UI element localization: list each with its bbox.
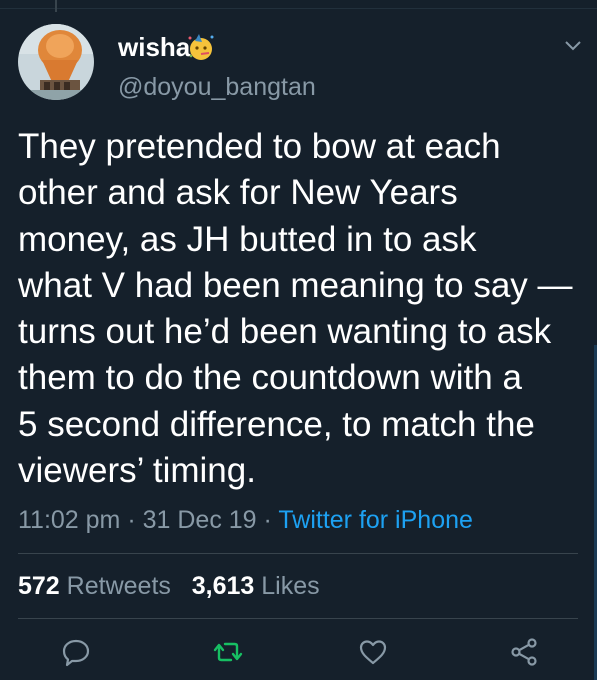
heart-icon [359, 640, 387, 665]
retweets-label: Retweets [66, 572, 171, 600]
tweet-date[interactable]: 31 Dec 19 [143, 506, 257, 534]
likes-stat[interactable]: 3,613 Likes [192, 572, 320, 600]
tweet-time[interactable]: 11:02 pm [18, 506, 120, 534]
partying-face-icon [186, 32, 216, 62]
tweet-meta: 11:02 pm · 31 Dec 19 · Twitter for iPhon… [18, 505, 473, 535]
tweet-text-line: 5 second difference, to match the [18, 404, 535, 444]
retweet-arrows-icon [213, 642, 243, 662]
meta-separator: · [263, 506, 272, 534]
tweet-source-link[interactable]: Twitter for iPhone [278, 506, 473, 534]
tweet-text-line: They pretended to bow at each [18, 127, 501, 166]
thread-line [55, 0, 57, 12]
tweet-text-line: turns out he’d been wanting to ask [18, 312, 552, 352]
share-button[interactable] [508, 636, 540, 668]
tweet-stats: 572 Retweets 3,613 Likes [18, 571, 320, 601]
reply-button[interactable] [60, 636, 92, 668]
divider [18, 618, 578, 619]
tweet-text-line: money, as JH butted in to ask [18, 219, 477, 259]
tweet-text-line: viewers’ timing. [18, 451, 256, 491]
retweets-count: 572 [18, 572, 60, 600]
share-nodes-icon [511, 638, 537, 666]
display-name[interactable]: wisha [118, 32, 190, 62]
likes-label: Likes [261, 572, 320, 600]
divider [18, 553, 578, 554]
tweet-text: They pretended to bow at each other and … [18, 124, 588, 494]
speech-bubble-icon [62, 639, 90, 667]
top-divider [0, 0, 597, 9]
tweet-text-line: what V had been meaning to say — [18, 265, 573, 305]
avatar[interactable] [18, 24, 94, 100]
retweets-stat[interactable]: 572 Retweets [18, 572, 171, 600]
avatar-image [18, 24, 94, 100]
tweet-text-line: other and ask for New Years [18, 173, 458, 213]
likes-count: 3,613 [191, 572, 255, 600]
meta-separator: · [127, 506, 136, 534]
retweet-button[interactable] [212, 636, 244, 668]
chevron-down-icon[interactable] [563, 38, 583, 52]
tweet-text-line: them to do the countdown with a [18, 358, 522, 398]
like-button[interactable] [357, 636, 389, 668]
author-handle[interactable]: @doyou_bangtan [118, 72, 316, 102]
